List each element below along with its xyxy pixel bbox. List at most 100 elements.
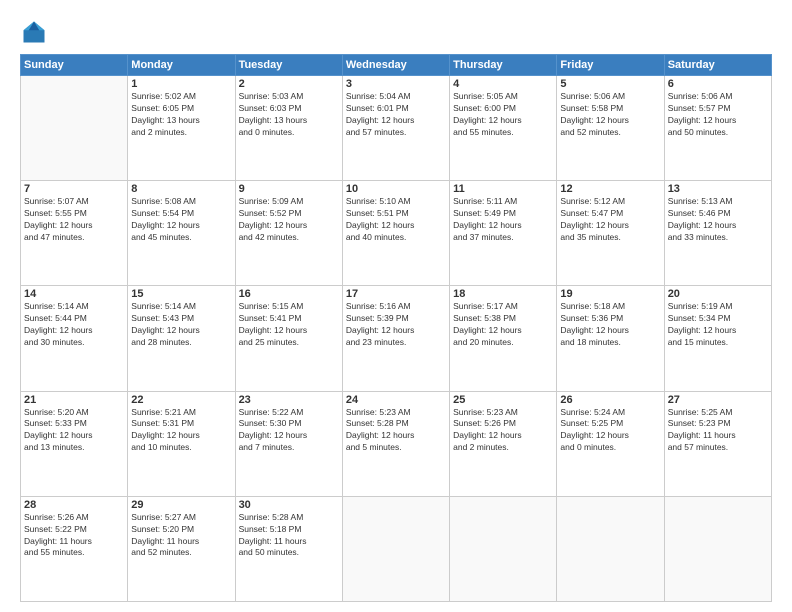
cell-text: Sunrise: 5:06 AMSunset: 5:57 PMDaylight:… [668, 91, 768, 139]
calendar-cell: 9Sunrise: 5:09 AMSunset: 5:52 PMDaylight… [235, 181, 342, 286]
cell-text: Sunrise: 5:15 AMSunset: 5:41 PMDaylight:… [239, 301, 339, 349]
calendar-cell [664, 496, 771, 601]
cell-text: Sunrise: 5:25 AMSunset: 5:23 PMDaylight:… [668, 407, 768, 455]
day-number: 23 [239, 394, 339, 406]
cell-text: Sunrise: 5:02 AMSunset: 6:05 PMDaylight:… [131, 91, 231, 139]
calendar-cell: 1Sunrise: 5:02 AMSunset: 6:05 PMDaylight… [128, 76, 235, 181]
calendar-cell: 24Sunrise: 5:23 AMSunset: 5:28 PMDayligh… [342, 391, 449, 496]
cell-text: Sunrise: 5:06 AMSunset: 5:58 PMDaylight:… [560, 91, 660, 139]
day-number: 6 [668, 78, 768, 90]
calendar-cell: 18Sunrise: 5:17 AMSunset: 5:38 PMDayligh… [450, 286, 557, 391]
cell-text: Sunrise: 5:05 AMSunset: 6:00 PMDaylight:… [453, 91, 553, 139]
day-number: 29 [131, 499, 231, 511]
logo-icon [20, 18, 48, 46]
calendar-cell: 13Sunrise: 5:13 AMSunset: 5:46 PMDayligh… [664, 181, 771, 286]
cell-text: Sunrise: 5:17 AMSunset: 5:38 PMDaylight:… [453, 301, 553, 349]
cell-text: Sunrise: 5:18 AMSunset: 5:36 PMDaylight:… [560, 301, 660, 349]
calendar-row: 21Sunrise: 5:20 AMSunset: 5:33 PMDayligh… [21, 391, 772, 496]
day-number: 21 [24, 394, 124, 406]
day-header-saturday: Saturday [664, 55, 771, 76]
day-number: 27 [668, 394, 768, 406]
day-number: 30 [239, 499, 339, 511]
cell-text: Sunrise: 5:09 AMSunset: 5:52 PMDaylight:… [239, 196, 339, 244]
day-number: 4 [453, 78, 553, 90]
calendar-cell: 22Sunrise: 5:21 AMSunset: 5:31 PMDayligh… [128, 391, 235, 496]
cell-text: Sunrise: 5:13 AMSunset: 5:46 PMDaylight:… [668, 196, 768, 244]
calendar-cell: 16Sunrise: 5:15 AMSunset: 5:41 PMDayligh… [235, 286, 342, 391]
day-number: 7 [24, 183, 124, 195]
day-number: 8 [131, 183, 231, 195]
cell-text: Sunrise: 5:11 AMSunset: 5:49 PMDaylight:… [453, 196, 553, 244]
calendar-row: 1Sunrise: 5:02 AMSunset: 6:05 PMDaylight… [21, 76, 772, 181]
cell-text: Sunrise: 5:20 AMSunset: 5:33 PMDaylight:… [24, 407, 124, 455]
calendar-cell [450, 496, 557, 601]
calendar-cell: 4Sunrise: 5:05 AMSunset: 6:00 PMDaylight… [450, 76, 557, 181]
cell-text: Sunrise: 5:23 AMSunset: 5:28 PMDaylight:… [346, 407, 446, 455]
cell-text: Sunrise: 5:22 AMSunset: 5:30 PMDaylight:… [239, 407, 339, 455]
day-number: 12 [560, 183, 660, 195]
calendar-cell: 17Sunrise: 5:16 AMSunset: 5:39 PMDayligh… [342, 286, 449, 391]
cell-text: Sunrise: 5:10 AMSunset: 5:51 PMDaylight:… [346, 196, 446, 244]
day-number: 16 [239, 288, 339, 300]
cell-text: Sunrise: 5:23 AMSunset: 5:26 PMDaylight:… [453, 407, 553, 455]
day-number: 9 [239, 183, 339, 195]
day-number: 18 [453, 288, 553, 300]
day-number: 19 [560, 288, 660, 300]
day-header-monday: Monday [128, 55, 235, 76]
day-header-thursday: Thursday [450, 55, 557, 76]
day-number: 2 [239, 78, 339, 90]
calendar-row: 14Sunrise: 5:14 AMSunset: 5:44 PMDayligh… [21, 286, 772, 391]
day-number: 11 [453, 183, 553, 195]
cell-text: Sunrise: 5:21 AMSunset: 5:31 PMDaylight:… [131, 407, 231, 455]
day-number: 24 [346, 394, 446, 406]
calendar-cell: 29Sunrise: 5:27 AMSunset: 5:20 PMDayligh… [128, 496, 235, 601]
calendar-cell: 7Sunrise: 5:07 AMSunset: 5:55 PMDaylight… [21, 181, 128, 286]
calendar-cell: 2Sunrise: 5:03 AMSunset: 6:03 PMDaylight… [235, 76, 342, 181]
calendar-cell: 21Sunrise: 5:20 AMSunset: 5:33 PMDayligh… [21, 391, 128, 496]
calendar-cell: 3Sunrise: 5:04 AMSunset: 6:01 PMDaylight… [342, 76, 449, 181]
calendar-row: 28Sunrise: 5:26 AMSunset: 5:22 PMDayligh… [21, 496, 772, 601]
calendar-cell: 10Sunrise: 5:10 AMSunset: 5:51 PMDayligh… [342, 181, 449, 286]
calendar-cell: 12Sunrise: 5:12 AMSunset: 5:47 PMDayligh… [557, 181, 664, 286]
cell-text: Sunrise: 5:26 AMSunset: 5:22 PMDaylight:… [24, 512, 124, 560]
calendar-cell: 19Sunrise: 5:18 AMSunset: 5:36 PMDayligh… [557, 286, 664, 391]
day-number: 17 [346, 288, 446, 300]
day-number: 13 [668, 183, 768, 195]
logo [20, 18, 52, 46]
day-header-sunday: Sunday [21, 55, 128, 76]
calendar-cell: 6Sunrise: 5:06 AMSunset: 5:57 PMDaylight… [664, 76, 771, 181]
calendar-cell: 23Sunrise: 5:22 AMSunset: 5:30 PMDayligh… [235, 391, 342, 496]
day-number: 10 [346, 183, 446, 195]
day-number: 14 [24, 288, 124, 300]
day-number: 26 [560, 394, 660, 406]
day-header-friday: Friday [557, 55, 664, 76]
calendar-cell: 28Sunrise: 5:26 AMSunset: 5:22 PMDayligh… [21, 496, 128, 601]
calendar-cell: 14Sunrise: 5:14 AMSunset: 5:44 PMDayligh… [21, 286, 128, 391]
cell-text: Sunrise: 5:28 AMSunset: 5:18 PMDaylight:… [239, 512, 339, 560]
cell-text: Sunrise: 5:07 AMSunset: 5:55 PMDaylight:… [24, 196, 124, 244]
calendar-cell [557, 496, 664, 601]
calendar-cell [21, 76, 128, 181]
cell-text: Sunrise: 5:08 AMSunset: 5:54 PMDaylight:… [131, 196, 231, 244]
calendar-cell: 15Sunrise: 5:14 AMSunset: 5:43 PMDayligh… [128, 286, 235, 391]
cell-text: Sunrise: 5:14 AMSunset: 5:43 PMDaylight:… [131, 301, 231, 349]
cell-text: Sunrise: 5:24 AMSunset: 5:25 PMDaylight:… [560, 407, 660, 455]
calendar-cell: 5Sunrise: 5:06 AMSunset: 5:58 PMDaylight… [557, 76, 664, 181]
day-header-wednesday: Wednesday [342, 55, 449, 76]
calendar-row: 7Sunrise: 5:07 AMSunset: 5:55 PMDaylight… [21, 181, 772, 286]
cell-text: Sunrise: 5:14 AMSunset: 5:44 PMDaylight:… [24, 301, 124, 349]
cell-text: Sunrise: 5:12 AMSunset: 5:47 PMDaylight:… [560, 196, 660, 244]
header [20, 18, 772, 46]
day-number: 28 [24, 499, 124, 511]
cell-text: Sunrise: 5:04 AMSunset: 6:01 PMDaylight:… [346, 91, 446, 139]
calendar-cell [342, 496, 449, 601]
calendar-cell: 25Sunrise: 5:23 AMSunset: 5:26 PMDayligh… [450, 391, 557, 496]
calendar-cell: 20Sunrise: 5:19 AMSunset: 5:34 PMDayligh… [664, 286, 771, 391]
cell-text: Sunrise: 5:27 AMSunset: 5:20 PMDaylight:… [131, 512, 231, 560]
day-header-tuesday: Tuesday [235, 55, 342, 76]
day-number: 15 [131, 288, 231, 300]
day-number: 1 [131, 78, 231, 90]
cell-text: Sunrise: 5:19 AMSunset: 5:34 PMDaylight:… [668, 301, 768, 349]
cell-text: Sunrise: 5:16 AMSunset: 5:39 PMDaylight:… [346, 301, 446, 349]
calendar-cell: 26Sunrise: 5:24 AMSunset: 5:25 PMDayligh… [557, 391, 664, 496]
